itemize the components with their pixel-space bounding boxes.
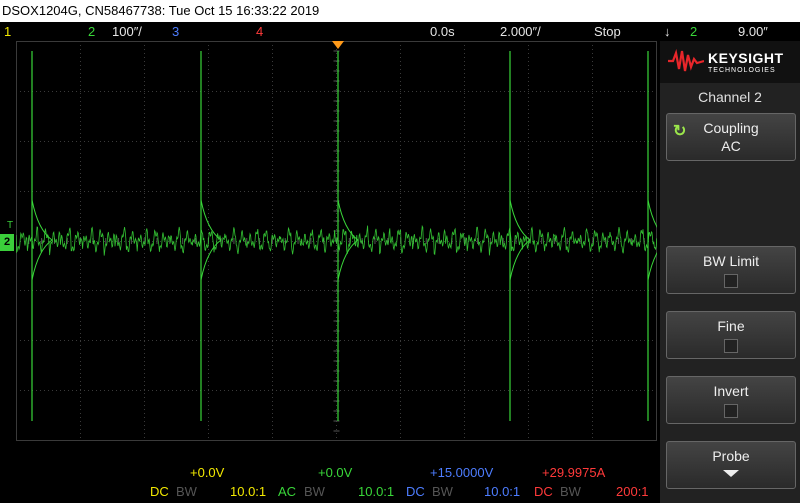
invert-checkbox[interactable]: [724, 404, 738, 418]
ch4-bw: BW: [560, 484, 581, 499]
title-bar: DSOX1204G, CN58467738: Tue Oct 15 16:33:…: [0, 0, 800, 22]
softkey-panel: KEYSIGHT TECHNOLOGIES Channel 2 ↻ Coupli…: [660, 41, 800, 503]
brand-subtitle: TECHNOLOGIES: [708, 67, 776, 74]
ch2-ground-label: 2: [3, 236, 11, 248]
submenu-arrow-icon: [723, 470, 739, 477]
ch1-bw: BW: [176, 484, 197, 499]
ch3-bw: BW: [432, 484, 453, 499]
fine-button[interactable]: Fine: [666, 311, 796, 359]
rotate-knob-icon: ↻: [673, 123, 687, 140]
bw-limit-checkbox[interactable]: [724, 274, 738, 288]
ch2-ground-marker[interactable]: 2: [0, 234, 14, 251]
invert-button[interactable]: Invert: [666, 376, 796, 424]
ch3-offset: +15.0000V: [430, 465, 494, 480]
fine-label: Fine: [717, 318, 745, 334]
trigger-level: 9.00″: [738, 24, 768, 39]
time-scale: 2.000″/: [500, 24, 541, 39]
coupling-button[interactable]: ↻ Coupling AC: [666, 113, 796, 161]
waveform-display[interactable]: [16, 41, 657, 441]
ch2-scale: 100″/: [112, 24, 142, 39]
ch3-coupling: DC: [406, 484, 425, 499]
ch1-coupling: DC: [150, 484, 169, 499]
ch4-indicator[interactable]: 4: [256, 22, 263, 41]
fine-checkbox[interactable]: [724, 339, 738, 353]
ch2-bw: BW: [304, 484, 325, 499]
status-bar: 1 2 100″/ 3 4 0.0s 2.000″/ Stop ↓ 2 9.00…: [0, 22, 800, 41]
run-state: Stop: [594, 24, 621, 39]
invert-label: Invert: [713, 383, 749, 399]
ch2-indicator[interactable]: 2: [88, 22, 95, 41]
ch4-offset: +29.9975A: [542, 465, 606, 480]
ch2-probe: 10.0:1: [358, 484, 395, 499]
bw-limit-button[interactable]: BW Limit: [666, 246, 796, 294]
ch2-offset: +0.0V: [318, 465, 353, 480]
ch1-indicator[interactable]: 1: [4, 22, 11, 41]
window-title: DSOX1204G, CN58467738: Tue Oct 15 16:33:…: [2, 3, 320, 18]
bw-limit-label: BW Limit: [703, 253, 759, 269]
ch4-probe: 200:1: [616, 484, 649, 499]
ch3-indicator[interactable]: 3: [172, 22, 179, 41]
time-offset: 0.0s: [430, 24, 455, 39]
ch1-probe: 10.0:1: [230, 484, 267, 499]
trigger-source: 2: [690, 24, 698, 39]
ch1-offset: +0.0V: [190, 465, 225, 480]
menu-title: Channel 2: [698, 89, 762, 105]
ch2-coupling: AC: [278, 484, 297, 499]
keysight-logo: KEYSIGHT TECHNOLOGIES: [660, 41, 800, 83]
channel-info-bar: +0.0V DC BW 10.0:1 +0.0V AC BW 10.0:1 +1…: [0, 462, 658, 503]
waveform-grid[interactable]: [16, 41, 657, 441]
keysight-wave-icon: [668, 49, 704, 72]
probe-label: Probe: [712, 448, 750, 464]
trigger-level-marker: T: [7, 220, 14, 231]
brand-name: KEYSIGHT: [708, 50, 784, 66]
trigger-slope-icon: ↓: [664, 24, 671, 39]
probe-button[interactable]: Probe: [666, 441, 796, 489]
ch4-coupling: DC: [534, 484, 553, 499]
trigger-position-marker[interactable]: [332, 41, 344, 49]
ch3-probe: 10.0:1: [484, 484, 521, 499]
